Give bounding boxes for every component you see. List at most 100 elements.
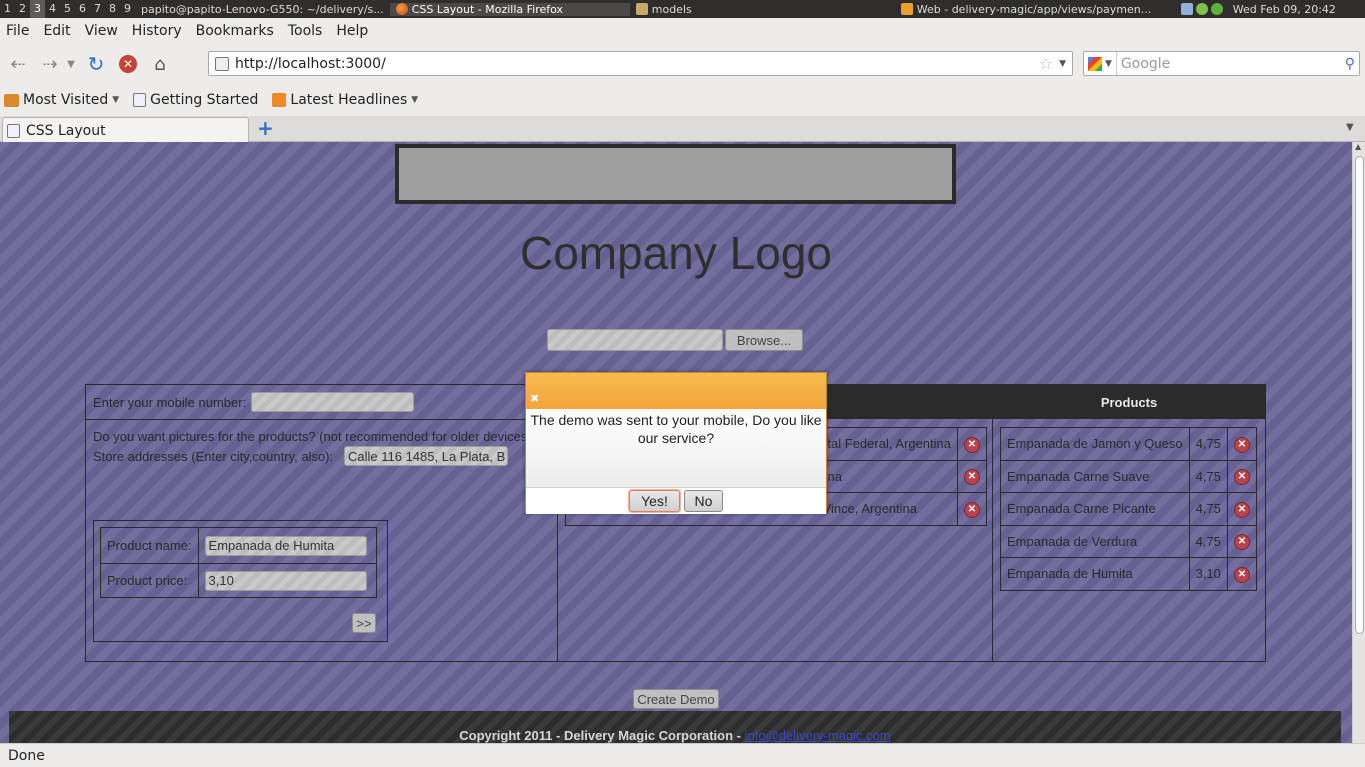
chevron-down-icon: ▼ [411, 95, 419, 105]
product-price: 4,75 [1188, 427, 1228, 461]
taskbar-web[interactable]: Web - delivery-magic/app/views/paymen... [895, 3, 1175, 16]
status-text: Done [8, 747, 45, 764]
workspace-2[interactable]: 2 [15, 0, 30, 18]
store-address-input[interactable]: Calle 116 1485, La Plata, B [344, 446, 508, 466]
add-product-button[interactable]: >> [352, 613, 376, 633]
search-icon[interactable]: ⚲ [1345, 56, 1355, 72]
store-label: Store addresses (Enter city,country, als… [93, 449, 334, 464]
back-icon[interactable]: ⇠ [4, 50, 32, 78]
new-tab-button[interactable]: + [257, 116, 274, 140]
menu-file[interactable]: File [6, 23, 29, 39]
clock[interactable]: Wed Feb 09, 20:42 [1229, 3, 1336, 16]
product-name-label: Product name: [100, 527, 199, 564]
taskbar-terminal[interactable]: papito@papito-Lenovo-G550: ~/delivery/s.… [135, 3, 390, 16]
delete-product-icon[interactable]: ✕ [1233, 501, 1250, 518]
search-placeholder[interactable]: Google [1117, 56, 1345, 72]
menu-tools[interactable]: Tools [288, 23, 323, 39]
product-row: Empanada de Jamon y Queso 4,75 ✕ [1000, 427, 1257, 461]
workspace-4[interactable]: 4 [45, 0, 60, 18]
bookmark-getting-started[interactable]: Getting Started [133, 92, 258, 108]
taskbar-firefox[interactable]: CSS Layout - Mozilla Firefox [389, 2, 630, 16]
workspace-1[interactable]: 1 [0, 0, 15, 18]
workspace-5[interactable]: 5 [60, 0, 75, 18]
tab-title: CSS Layout [26, 122, 106, 139]
scrollbar-thumb[interactable] [1355, 156, 1364, 634]
delete-product-icon[interactable]: ✕ [1233, 534, 1250, 551]
status-bar: Done [0, 743, 1365, 767]
history-dropdown-icon[interactable]: ▼ [64, 50, 78, 78]
tab-list-icon[interactable]: ▼ [1346, 122, 1354, 133]
check-icon[interactable] [1210, 3, 1223, 15]
delete-product-icon[interactable]: ✕ [1233, 469, 1250, 486]
delete-product-icon[interactable]: ✕ [1233, 566, 1250, 583]
page-scrollbar[interactable]: ▲ [1352, 142, 1365, 743]
product-name-input[interactable]: Empanada de Humita [204, 535, 367, 556]
delete-address-icon[interactable]: ✕ [964, 469, 980, 486]
tray-icons [1175, 3, 1229, 15]
home-icon[interactable]: ⌂ [146, 50, 174, 78]
workspace-8[interactable]: 8 [105, 0, 120, 18]
product-name: Empanada de Verdura [1000, 524, 1190, 558]
product-row: Empanada Carne Suave 4,75 ✕ [1000, 459, 1257, 493]
demo-form-panel: Enter your mobile number: Do you want pi… [85, 384, 558, 662]
no-button[interactable]: No [684, 490, 723, 512]
delete-address-icon[interactable]: ✕ [964, 501, 980, 518]
url-text[interactable]: http://localhost:3000/ [235, 56, 1039, 72]
folder-icon [4, 93, 19, 107]
menu-edit[interactable]: Edit [43, 23, 70, 39]
yes-button[interactable]: Yes! [629, 490, 680, 512]
footer-email-link[interactable]: info@delivery-magic.com [745, 728, 891, 743]
reload-icon[interactable]: ↻ [82, 50, 110, 78]
products-panel: Products Empanada de Jamon y Queso 4,75 ✕ … [992, 384, 1266, 662]
product-name: Empanada de Humita [1000, 557, 1190, 591]
delete-address-icon[interactable]: ✕ [964, 436, 980, 453]
scroll-up-icon[interactable]: ▲ [1355, 142, 1361, 151]
product-price: 3,10 [1188, 557, 1228, 591]
google-engine-icon[interactable]: ▼ [1084, 52, 1117, 75]
forward-icon[interactable]: ⇢ [36, 50, 64, 78]
taskbar-models[interactable]: models [630, 3, 895, 16]
file-upload-field[interactable] [547, 329, 723, 351]
menu-view[interactable]: View [85, 23, 118, 39]
bookmark-star-icon[interactable]: ☆ [1039, 54, 1053, 73]
search-bar[interactable]: ▼ Google ⚲ [1083, 51, 1360, 76]
header-banner [395, 144, 956, 204]
url-bar[interactable]: http://localhost:3000/ ☆ ▼ [208, 51, 1073, 76]
page-icon [133, 93, 147, 107]
product-price-input[interactable]: 3,10 [204, 570, 367, 591]
page-footer: Copyright 2011 - Delivery Magic Corporat… [9, 711, 1341, 743]
product-name: Empanada Carne Picante [1000, 492, 1190, 526]
bookmark-most-visited[interactable]: Most Visited ▼ [4, 92, 119, 108]
close-icon[interactable]: ✖ [530, 392, 539, 405]
mobile-input[interactable] [251, 392, 414, 412]
product-name: Empanada de Jamon y Queso [1000, 427, 1190, 461]
rss-icon [272, 93, 287, 107]
product-form: Product name: Empanada de Humita Product… [93, 520, 388, 642]
site-identity-icon[interactable] [215, 56, 229, 71]
product-price-label: Product price: [100, 563, 199, 598]
workspace-7[interactable]: 7 [90, 0, 105, 18]
signal-icon[interactable] [1180, 3, 1193, 15]
menu-history[interactable]: History [132, 23, 182, 39]
menu-bar: File Edit View History Bookmarks Tools H… [0, 18, 1365, 44]
bookmark-latest-headlines[interactable]: Latest Headlines ▼ [272, 92, 418, 108]
create-demo-button[interactable]: Create Demo [633, 689, 719, 709]
stop-icon[interactable]: ✕ [114, 50, 142, 78]
workspace-3[interactable]: 3 [30, 0, 45, 18]
browse-button[interactable]: Browse... [725, 329, 803, 351]
dialog-titlebar: ✖ [526, 373, 826, 409]
delete-product-icon[interactable]: ✕ [1233, 436, 1250, 453]
chat-icon[interactable] [1195, 3, 1208, 15]
workspace-6[interactable]: 6 [75, 0, 90, 18]
bookmarks-toolbar: Most Visited ▼ Getting Started Latest He… [0, 88, 1365, 112]
products-header: Products [993, 385, 1265, 419]
tab-css-layout[interactable]: CSS Layout [2, 117, 249, 143]
menu-help[interactable]: Help [336, 23, 368, 39]
firefox-task-label: CSS Layout - Mozilla Firefox [411, 2, 564, 16]
product-price-row: Product price: 3,10 [100, 563, 377, 598]
workspace-9[interactable]: 9 [120, 0, 135, 18]
pictures-question: Do you want pictures for the products? (… [93, 429, 532, 444]
url-dropdown-icon[interactable]: ▼ [1059, 59, 1066, 69]
system-panel: 1 2 3 4 5 6 7 8 9 papito@papito-Lenovo-G… [0, 0, 1365, 18]
menu-bookmarks[interactable]: Bookmarks [196, 23, 274, 39]
